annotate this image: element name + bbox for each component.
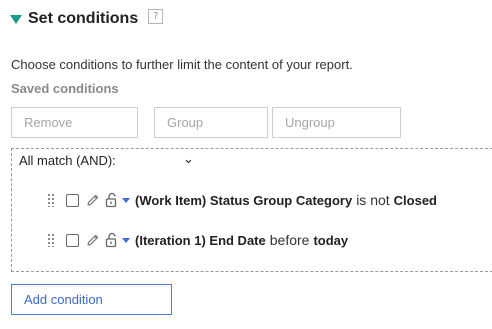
remove-button[interactable]: Remove: [11, 107, 138, 138]
ungroup-button[interactable]: Ungroup: [272, 107, 401, 138]
unlock-icon[interactable]: [105, 232, 119, 248]
pencil-icon[interactable]: [86, 233, 100, 247]
match-mode-label[interactable]: All match (AND):: [19, 153, 116, 168]
add-condition-button[interactable]: Add condition: [11, 284, 172, 315]
condition-menu-caret-icon[interactable]: [122, 197, 130, 203]
saved-conditions-label: Saved conditions: [11, 81, 119, 96]
description-text: Choose conditions to further limit the c…: [11, 57, 353, 72]
condition-operator[interactable]: before: [270, 232, 310, 248]
drag-handle-icon[interactable]: [47, 193, 55, 207]
condition-row: (Iteration 1) End Date before today: [47, 229, 348, 251]
unlock-icon[interactable]: [105, 192, 119, 208]
condition-row: (Work Item) Status Group Category is not…: [47, 189, 437, 211]
chevron-down-icon[interactable]: ⌄: [183, 152, 194, 167]
condition-value[interactable]: today: [313, 233, 348, 248]
condition-field[interactable]: (Work Item) Status Group Category: [135, 193, 352, 208]
pencil-icon[interactable]: [86, 193, 100, 207]
condition-checkbox[interactable]: [66, 193, 79, 207]
group-button[interactable]: Group: [154, 107, 268, 138]
condition-field[interactable]: (Iteration 1) End Date: [135, 233, 266, 248]
condition-value[interactable]: Closed: [394, 193, 437, 208]
section-header[interactable]: Set conditions ?: [10, 8, 164, 30]
drag-handle-icon[interactable]: [47, 233, 55, 247]
collapse-triangle-icon[interactable]: [10, 15, 22, 24]
condition-checkbox[interactable]: [66, 233, 79, 247]
help-icon[interactable]: ?: [148, 8, 164, 24]
condition-menu-caret-icon[interactable]: [122, 237, 130, 243]
condition-operator[interactable]: is not: [356, 192, 389, 208]
section-title: Set conditions: [28, 10, 139, 27]
